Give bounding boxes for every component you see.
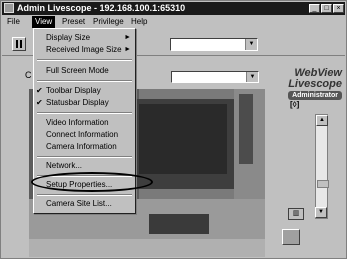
snapshot-icon[interactable] (282, 229, 300, 245)
minimize-button[interactable]: _ (309, 4, 320, 13)
menu-item-toolbar-display[interactable]: ✔ Toolbar Display (34, 85, 135, 97)
scroll-up-button[interactable]: ▲ (316, 115, 328, 126)
menu-item-received-image-size[interactable]: Received Image Size ► (34, 44, 135, 56)
slider-thumb[interactable] (317, 180, 329, 188)
highlight-ellipse (31, 172, 153, 192)
menu-item-camera-information[interactable]: Camera Information (34, 141, 135, 153)
menu-item-camera-site-list[interactable]: Camera Site List... (34, 198, 135, 210)
menu-preset[interactable]: Preset (59, 16, 88, 28)
menu-item-statusbar-display[interactable]: ✔ Statusbar Display (34, 97, 135, 109)
zoom-icon[interactable]: [◊] (290, 100, 302, 110)
menu-help[interactable]: Help (128, 16, 150, 28)
close-button[interactable]: × (333, 4, 344, 13)
pause-icon (16, 40, 22, 48)
zoom-slider[interactable]: ▲ (315, 114, 329, 219)
hidden-label-fragment: C (25, 70, 32, 80)
maximize-button[interactable]: □ (321, 4, 332, 13)
menu-privilege[interactable]: Privilege (90, 16, 127, 28)
wide-icon[interactable]: ▥ (288, 208, 304, 220)
menu-item-label: Statusbar Display (46, 98, 109, 107)
menu-item-video-information[interactable]: Video Information (34, 117, 135, 129)
menu-item-full-screen-mode[interactable]: Full Screen Mode (34, 65, 135, 77)
menu-separator (37, 112, 132, 114)
menu-separator (37, 80, 132, 82)
menu-item-label: Display Size (46, 33, 91, 42)
menu-bar: File View Preset Privilege Help (2, 16, 345, 28)
scroll-down-button[interactable]: ▼ (315, 207, 327, 218)
pause-video-button[interactable] (12, 37, 26, 51)
app-icon (4, 3, 14, 13)
chevron-down-icon: ▼ (246, 72, 258, 82)
check-icon: ✔ (36, 98, 43, 107)
menu-separator (37, 59, 132, 61)
preset-selector[interactable]: ▼ (171, 71, 259, 83)
submenu-arrow-icon: ► (124, 34, 131, 41)
menu-item-network[interactable]: Network... (34, 160, 135, 172)
menu-item-display-size[interactable]: Display Size ► (34, 32, 135, 44)
menu-view[interactable]: View (32, 16, 56, 28)
window-title: Admin Livescope - 192.168.100.1:65310 (17, 3, 186, 13)
title-bar[interactable]: Admin Livescope - 192.168.100.1:65310 _ … (2, 2, 345, 15)
camera-selector[interactable]: ▼ (170, 38, 258, 51)
brand-logo: WebView Livescope Administrator (280, 68, 342, 100)
submenu-arrow-icon: ► (124, 46, 131, 53)
brand-line2: Livescope (288, 78, 342, 90)
check-icon: ✔ (36, 86, 43, 95)
menu-item-label: Toolbar Display (46, 86, 101, 95)
application-window: Admin Livescope - 192.168.100.1:65310 _ … (0, 0, 347, 259)
menu-separator (37, 156, 132, 158)
menu-item-label: Received Image Size (46, 45, 122, 54)
menu-file[interactable]: File (4, 16, 23, 28)
chevron-down-icon: ▼ (245, 39, 257, 50)
menu-item-connect-information[interactable]: Connect Information (34, 129, 135, 141)
administrator-badge: Administrator (288, 91, 342, 100)
menu-separator (37, 194, 132, 196)
